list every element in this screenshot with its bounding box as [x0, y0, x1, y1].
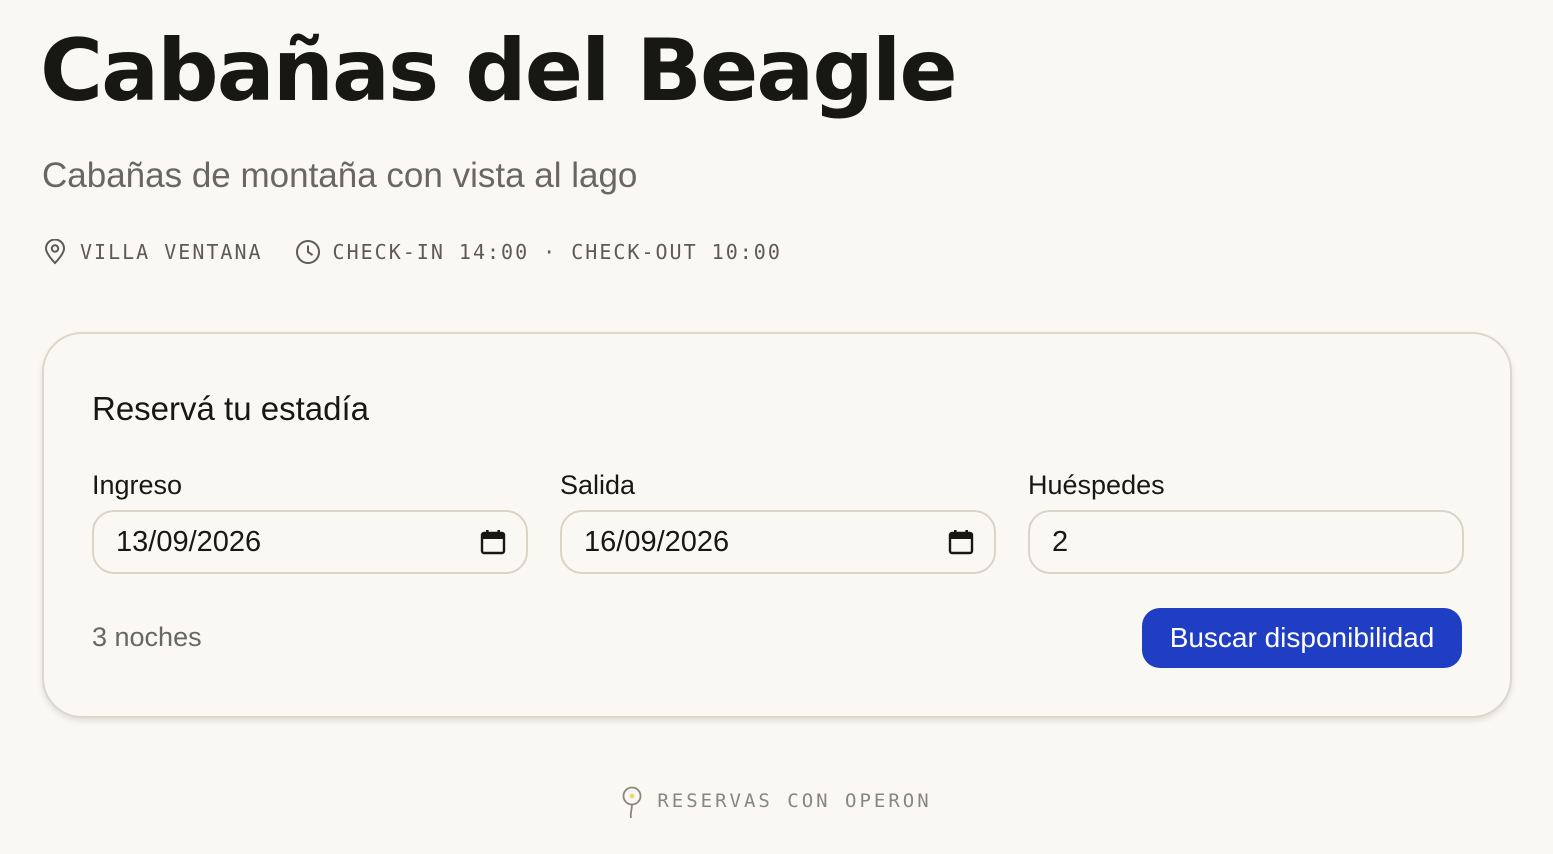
nights-count: 3 noches — [92, 622, 202, 652]
booking-card: Reservá tu estadía Ingreso 13/09/2026 Sa… — [42, 332, 1512, 718]
checkout-date-input[interactable]: 16/09/2026 — [560, 510, 996, 574]
location-info: VILLA VENTANA — [42, 239, 263, 265]
schedule-info: CHECK-IN 14:00 · CHECK-OUT 10:00 — [295, 239, 782, 265]
guests-label: Huéspedes — [1028, 470, 1165, 500]
search-availability-button[interactable]: Buscar disponibilidad — [1142, 608, 1462, 668]
footer-text: RESERVAS CON OPERON — [657, 790, 932, 812]
map-pin-icon — [42, 239, 68, 265]
footer: RESERVAS CON OPERON — [0, 780, 1553, 822]
page-subtitle: Cabañas de montaña con vista al lago — [42, 156, 638, 195]
schedule-text: CHECK-IN 14:00 · CHECK-OUT 10:00 — [332, 240, 782, 264]
booking-title: Reservá tu estadía — [92, 390, 369, 427]
page: Cabañas del Beagle Cabañas de montaña co… — [0, 0, 1553, 854]
checkout-field: Salida 16/09/2026 — [560, 468, 996, 574]
checkin-date-input[interactable]: 13/09/2026 — [92, 510, 528, 574]
page-title: Cabañas del Beagle — [40, 21, 958, 121]
pin-logo-icon — [621, 786, 647, 822]
guests-input[interactable]: 2 — [1028, 510, 1464, 574]
location-text: VILLA VENTANA — [80, 240, 263, 264]
checkout-label: Salida — [560, 470, 636, 500]
guests-value: 2 — [1052, 525, 1069, 558]
checkin-label: Ingreso — [92, 470, 183, 500]
checkout-value: 16/09/2026 — [584, 525, 730, 558]
guests-field: Huéspedes 2 — [1028, 468, 1464, 574]
clock-icon — [295, 239, 321, 265]
calendar-icon[interactable] — [948, 529, 974, 555]
checkin-field: Ingreso 13/09/2026 — [92, 468, 528, 574]
checkin-value: 13/09/2026 — [116, 525, 262, 558]
calendar-icon[interactable] — [480, 529, 506, 555]
property-meta: VILLA VENTANA CHECK-IN 14:00 · CHECK-OUT… — [42, 238, 782, 266]
